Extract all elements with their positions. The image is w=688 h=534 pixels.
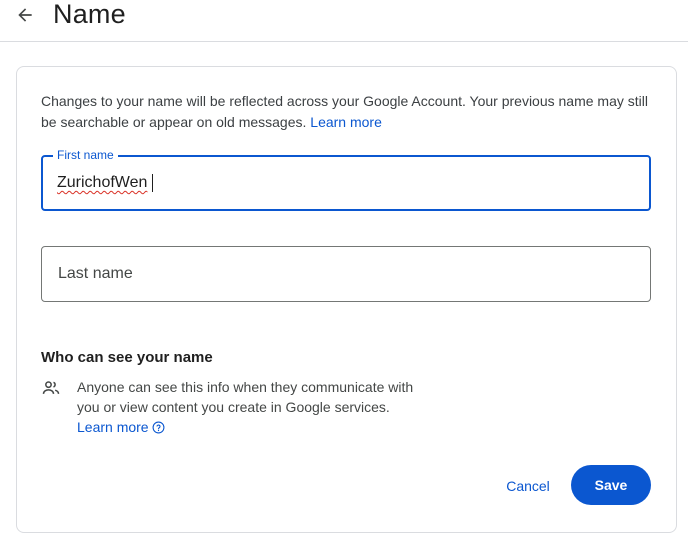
visibility-section-title: Who can see your name <box>41 349 213 366</box>
page-header: Name <box>0 0 688 42</box>
save-button[interactable]: Save <box>571 465 651 505</box>
intro-text: Changes to your name will be reflected a… <box>41 91 651 133</box>
text-cursor <box>152 174 153 192</box>
first-name-field[interactable]: First name ZurichofWen <box>41 148 651 211</box>
visibility-description: Anyone can see this info when they commu… <box>77 379 414 415</box>
visibility-learn-more-link[interactable]: Learn more <box>77 417 165 437</box>
first-name-label: First name <box>53 148 118 162</box>
first-name-text: ZurichofWen <box>57 174 148 191</box>
arrow-left-icon <box>18 8 32 22</box>
cancel-button[interactable]: Cancel <box>493 466 563 506</box>
name-edit-card: Changes to your name will be reflected a… <box>16 66 677 533</box>
help-circle-icon <box>152 421 165 434</box>
visibility-learn-more-label: Learn more <box>77 419 149 435</box>
first-name-value[interactable]: ZurichofWen <box>57 173 147 193</box>
intro-learn-more-link[interactable]: Learn more <box>310 114 382 130</box>
last-name-placeholder: Last name <box>58 265 133 282</box>
page-title: Name <box>53 0 126 29</box>
back-button[interactable] <box>12 2 38 28</box>
people-icon <box>42 381 60 394</box>
last-name-field[interactable]: Last name <box>41 246 651 302</box>
